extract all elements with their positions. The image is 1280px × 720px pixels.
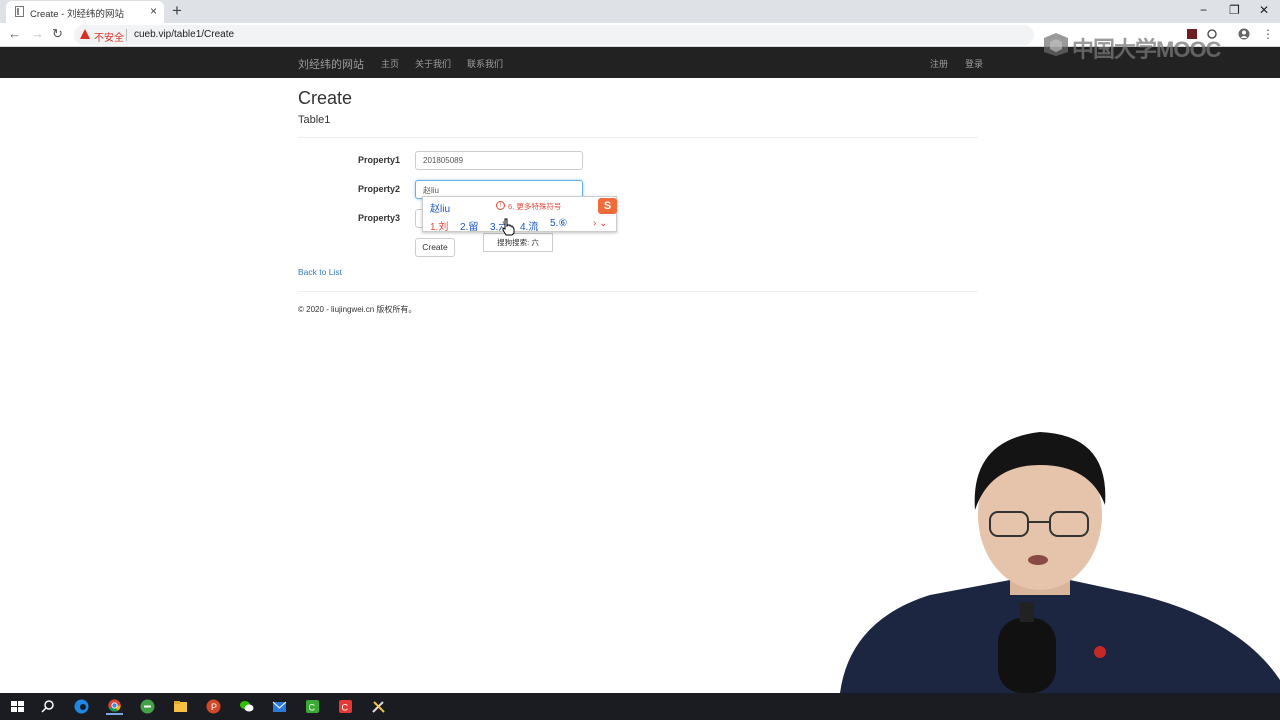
footer-divider xyxy=(298,291,978,292)
tools-icon[interactable] xyxy=(370,698,387,715)
wechat-icon[interactable] xyxy=(238,698,255,715)
windows-taskbar: P C C xyxy=(0,693,1280,720)
ime-candidate-window: 赵liu ! 6. 更多特殊符号 S 1.刘 2.留 3.六 4.流 5.⑥ ›… xyxy=(422,196,617,233)
red-app-icon[interactable]: C xyxy=(337,698,354,715)
restore-button[interactable]: ❐ xyxy=(1229,3,1240,17)
green-browser-icon[interactable] xyxy=(139,698,156,715)
address-bar[interactable]: 不安全 cueb.vip/table1/Create xyxy=(74,25,1034,45)
nav-link-login[interactable]: 登录 xyxy=(965,57,983,70)
ime-candidate-5[interactable]: 5.⑥ xyxy=(550,218,567,229)
back-button[interactable]: ← xyxy=(8,26,21,42)
ime-composition: 赵liu xyxy=(430,204,451,215)
ime-hint[interactable]: 6. 更多特殊符号 xyxy=(508,201,561,212)
omnibox-divider xyxy=(126,29,127,41)
back-to-list-link[interactable]: Back to List xyxy=(298,267,342,277)
start-icon[interactable] xyxy=(9,698,26,715)
browser-tab-strip: Create - 刘经纬的网站 × + − ❐ ✕ xyxy=(0,0,1280,23)
page-subtitle: Table1 xyxy=(298,114,331,126)
insecure-label[interactable]: 不安全 xyxy=(94,29,124,44)
page-favicon-icon xyxy=(15,6,24,17)
property1-input[interactable]: 201805089 xyxy=(415,151,583,170)
nav-link-register[interactable]: 注册 xyxy=(930,57,948,70)
chrome-icon[interactable] xyxy=(106,698,123,715)
profile-icon[interactable] xyxy=(1238,28,1250,40)
property1-label: Property1 xyxy=(358,155,401,165)
svg-text:C: C xyxy=(342,703,349,713)
url-text[interactable]: cueb.vip/table1/Create xyxy=(134,29,234,40)
property2-label: Property2 xyxy=(358,184,401,194)
footer-text: © 2020 - liujingwei.cn 版权所有。 xyxy=(298,305,417,314)
mooc-logo-icon xyxy=(1044,33,1068,56)
close-window-button[interactable]: ✕ xyxy=(1259,3,1269,17)
forward-button[interactable]: → xyxy=(31,26,44,42)
sogou-logo-icon[interactable]: S xyxy=(598,198,617,214)
ime-candidate-4[interactable]: 4.流 xyxy=(520,218,538,233)
mooc-watermark-text: 中国大学MOOC xyxy=(1072,37,1221,62)
mooc-watermark: 中国大学MOOC xyxy=(1042,30,1238,62)
edge-icon[interactable] xyxy=(73,698,90,715)
tab-title: Create - 刘经纬的网站 xyxy=(30,9,124,20)
nav-link-about[interactable]: 关于我们 xyxy=(415,57,451,70)
property3-label: Property3 xyxy=(358,213,401,223)
ime-hint-icon: ! xyxy=(496,201,505,210)
svg-text:P: P xyxy=(211,702,217,712)
nav-link-home[interactable]: 主页 xyxy=(381,57,399,70)
browser-tab[interactable]: Create - 刘经纬的网站 × xyxy=(6,1,164,23)
new-tab-button[interactable]: + xyxy=(172,1,182,21)
minimize-button[interactable]: − xyxy=(1200,3,1207,17)
camtasia-icon[interactable]: C xyxy=(304,698,321,715)
powerpoint-icon[interactable]: P xyxy=(205,698,222,715)
tab-close-icon[interactable]: × xyxy=(150,4,157,18)
ime-candidate-2[interactable]: 2.留 xyxy=(460,218,478,233)
site-brand[interactable]: 刘经纬的网站 xyxy=(298,56,364,72)
search-icon[interactable] xyxy=(40,698,57,715)
create-button[interactable]: Create xyxy=(415,238,455,257)
ime-search-tooltip: 搜狗搜索: 六 xyxy=(483,233,553,252)
page-title: Create xyxy=(298,88,353,108)
ime-pager-icon[interactable]: › ⌄ xyxy=(593,218,608,229)
ime-candidate-1[interactable]: 1.刘 xyxy=(430,218,448,233)
warning-icon xyxy=(80,29,90,39)
svg-text:C: C xyxy=(309,703,316,713)
divider xyxy=(298,137,978,138)
nav-link-contact[interactable]: 联系我们 xyxy=(467,57,503,70)
hand-cursor-icon xyxy=(502,218,515,236)
file-explorer-icon[interactable] xyxy=(172,698,189,715)
webcam-presenter-video xyxy=(820,420,1280,693)
menu-icon[interactable]: ⋮ xyxy=(1262,26,1274,42)
reload-button[interactable]: ↻ xyxy=(52,26,63,42)
mail-icon[interactable] xyxy=(271,698,288,715)
